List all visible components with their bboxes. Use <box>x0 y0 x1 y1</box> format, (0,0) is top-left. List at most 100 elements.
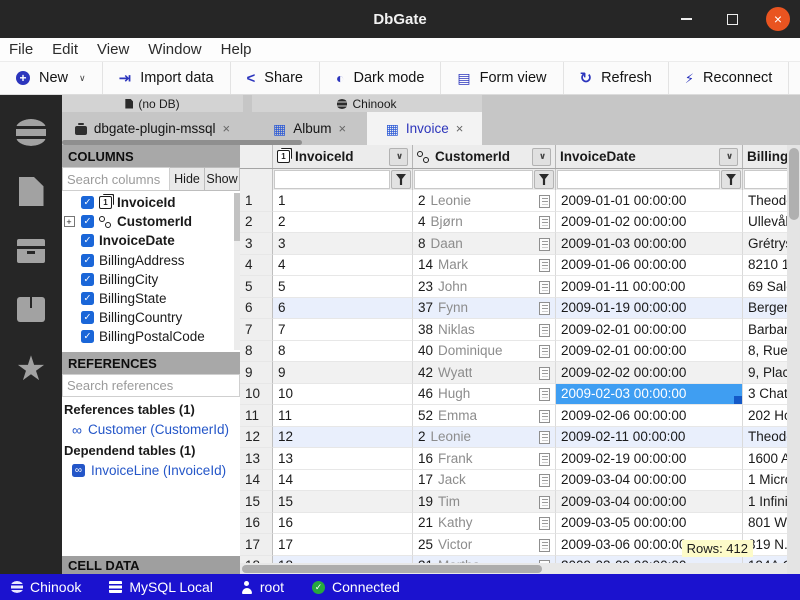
cell-customer-id[interactable]: 25Victor <box>413 534 556 556</box>
vertical-scrollbar[interactable] <box>787 145 800 574</box>
cell-invoice-date[interactable]: 2009-02-19 00:00:00 <box>556 448 743 470</box>
statusbar-item-root[interactable]: root <box>241 579 284 595</box>
vertical-scrollbar-thumb[interactable] <box>789 148 799 220</box>
row-number[interactable]: 2 <box>240 212 273 234</box>
cell-customer-id[interactable]: 8Daan <box>413 233 556 255</box>
column-item-billingpostalcode[interactable]: BillingPostalCode <box>62 327 240 346</box>
column-item-customerid[interactable]: +CustomerId <box>62 212 240 231</box>
filter-button[interactable] <box>391 170 411 189</box>
checkbox-icon[interactable] <box>81 273 94 286</box>
cell-invoice-id[interactable]: 6 <box>273 298 413 320</box>
close-icon[interactable]: × <box>338 121 346 136</box>
cell-invoice-id[interactable]: 8 <box>273 341 413 363</box>
toolbar-button-form-view[interactable]: Form view <box>441 62 563 94</box>
checkbox-icon[interactable] <box>81 311 94 324</box>
cell-customer-id[interactable]: 40Dominique <box>413 341 556 363</box>
row-number[interactable]: 18 <box>240 556 273 564</box>
cell-invoice-id[interactable]: 2 <box>273 212 413 234</box>
checkbox-icon[interactable] <box>81 196 94 209</box>
reference-link-invoiceline-invoiceid[interactable]: InvoiceLine (InvoiceId) <box>62 460 240 481</box>
cell-customer-id[interactable]: 2Leonie <box>413 190 556 212</box>
cell-invoice-id[interactable]: 11 <box>273 405 413 427</box>
menu-item-view[interactable]: View <box>97 41 129 58</box>
row-number[interactable]: 3 <box>240 233 273 255</box>
statusbar-item-mysql-local[interactable]: MySQL Local <box>109 579 213 595</box>
cell-invoice-date[interactable]: 2009-03-04 00:00:00 <box>556 491 743 513</box>
statusbar-item-connected[interactable]: Connected <box>312 579 400 595</box>
cell-invoice-date[interactable]: 2009-02-06 00:00:00 <box>556 405 743 427</box>
row-number[interactable]: 5 <box>240 276 273 298</box>
cell-invoice-date[interactable]: 2009-01-01 00:00:00 <box>556 190 743 212</box>
column-header-invoiceid[interactable]: InvoiceId <box>273 145 413 168</box>
row-number[interactable]: 10 <box>240 384 273 406</box>
filter-input[interactable] <box>274 170 390 189</box>
close-button[interactable]: × <box>766 7 790 31</box>
sidebar-button-archive[interactable] <box>0 221 62 280</box>
cell-data-panel-header[interactable]: CELL DATA <box>62 556 240 574</box>
cell-invoice-date[interactable]: 2009-01-02 00:00:00 <box>556 212 743 234</box>
cell-customer-id[interactable]: 17Jack <box>413 470 556 492</box>
sidebar-button-star[interactable] <box>0 339 62 398</box>
row-number[interactable]: 1 <box>240 190 273 212</box>
minimize-button[interactable] <box>674 7 698 31</box>
cell-invoice-date[interactable]: 2009-03-05 00:00:00 <box>556 513 743 535</box>
cell-invoice-date[interactable]: 2009-02-11 00:00:00 <box>556 427 743 449</box>
column-menu-button[interactable] <box>719 148 738 166</box>
toolbar-button-dark-mode[interactable]: Dark mode <box>320 62 441 94</box>
cell-billing-address[interactable]: Theodor-Heuss-Straße 34 <box>743 427 787 449</box>
cell-invoice-id[interactable]: 18 <box>273 556 413 564</box>
cell-customer-id[interactable]: 31Martha <box>413 556 556 564</box>
row-number[interactable]: 12 <box>240 427 273 449</box>
cell-invoice-date[interactable]: 2009-02-01 00:00:00 <box>556 319 743 341</box>
column-item-billingstate[interactable]: BillingState <box>62 289 240 308</box>
cell-invoice-id[interactable]: 3 <box>273 233 413 255</box>
cell-invoice-date[interactable]: 2009-01-19 00:00:00 <box>556 298 743 320</box>
maximize-button[interactable] <box>720 7 744 31</box>
cell-billing-address[interactable]: 202 Hoxton Street <box>743 405 787 427</box>
cell-invoice-id[interactable]: 4 <box>273 255 413 277</box>
cell-invoice-id[interactable]: 7 <box>273 319 413 341</box>
row-number[interactable]: 11 <box>240 405 273 427</box>
toolbar-button-import-data[interactable]: Import data <box>103 62 231 94</box>
menu-item-window[interactable]: Window <box>148 41 201 58</box>
cell-billing-address[interactable]: Theodor-Heuss-Straße 34 <box>743 190 787 212</box>
cell-billing-address[interactable]: 8, Rue Hanovre <box>743 341 787 363</box>
row-number[interactable]: 9 <box>240 362 273 384</box>
row-number[interactable]: 17 <box>240 534 273 556</box>
cell-billing-address[interactable]: 801 W 4th Street <box>743 513 787 535</box>
menu-item-file[interactable]: File <box>9 41 33 58</box>
cell-customer-id[interactable]: 46Hugh <box>413 384 556 406</box>
filter-input[interactable] <box>414 170 533 189</box>
reference-link-customer-customerid[interactable]: Customer (CustomerId) <box>62 419 240 440</box>
checkbox-icon[interactable] <box>81 234 94 247</box>
cell-invoice-date[interactable]: 2009-01-06 00:00:00 <box>556 255 743 277</box>
row-number[interactable]: 4 <box>240 255 273 277</box>
cell-customer-id[interactable]: 19Tim <box>413 491 556 513</box>
cell-billing-address[interactable]: Barbarossastraße 19 <box>743 319 787 341</box>
cell-invoice-id[interactable]: 15 <box>273 491 413 513</box>
cell-customer-id[interactable]: 37Fynn <box>413 298 556 320</box>
toolbar-button-refresh[interactable]: Refresh <box>564 62 669 94</box>
cell-invoice-id[interactable]: 17 <box>273 534 413 556</box>
horizontal-scrollbar[interactable] <box>240 563 787 574</box>
row-number[interactable]: 14 <box>240 470 273 492</box>
sidebar-button-book[interactable] <box>0 280 62 339</box>
column-item-billingcity[interactable]: BillingCity <box>62 270 240 289</box>
cell-invoice-date[interactable]: 2009-02-02 00:00:00 <box>556 362 743 384</box>
column-item-billingcountry[interactable]: BillingCountry <box>62 308 240 327</box>
cell-billing-address[interactable]: Ullevålsveien 14 <box>743 212 787 234</box>
cell-customer-id[interactable]: 14Mark <box>413 255 556 277</box>
cell-invoice-id[interactable]: 13 <box>273 448 413 470</box>
columns-panel-header[interactable]: COLUMNS <box>62 145 240 167</box>
menu-item-help[interactable]: Help <box>221 41 252 58</box>
cell-customer-id[interactable]: 16Frank <box>413 448 556 470</box>
cell-billing-address[interactable]: 1600 Amphitheatre Parkway <box>743 448 787 470</box>
cell-billing-address[interactable]: 1 Microsoft Way <box>743 470 787 492</box>
sidebar-button-file[interactable] <box>0 162 62 221</box>
search-columns-input[interactable] <box>62 167 170 191</box>
hide-button[interactable]: Hide <box>170 167 205 191</box>
cell-customer-id[interactable]: 4Bjørn <box>413 212 556 234</box>
cell-billing-address[interactable]: Berger Straße 10 <box>743 298 787 320</box>
cell-invoice-id[interactable]: 16 <box>273 513 413 535</box>
column-item-invoiceid[interactable]: InvoiceId <box>62 193 240 212</box>
